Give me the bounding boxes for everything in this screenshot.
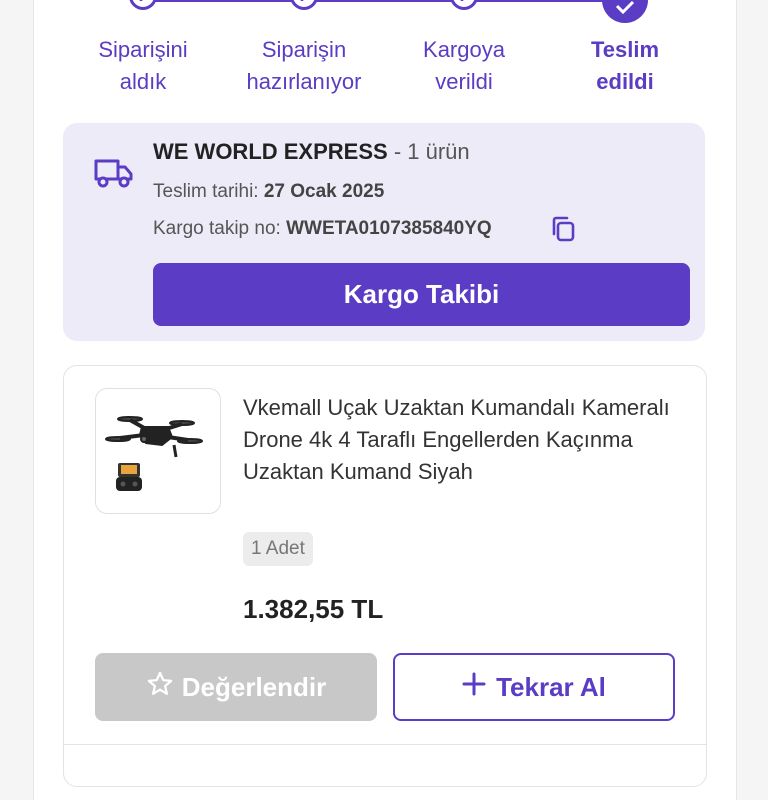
- step-check-icon: [290, 0, 318, 10]
- progress-line: [143, 0, 623, 2]
- tracking-number-row: Kargo takip no: WWETA0107385840YQ: [153, 218, 492, 239]
- step-label-current: Teslim edildi: [590, 37, 660, 94]
- rate-button-label: Değerlendir: [181, 671, 327, 702]
- step-check-icon: [129, 0, 157, 10]
- track-shipment-button[interactable]: Kargo Takibi: [153, 263, 690, 326]
- truck-icon: [94, 157, 134, 194]
- product-image[interactable]: [95, 388, 221, 514]
- carrier-name: WE WORLD EXPRESS - 1 ürün: [153, 139, 470, 164]
- rate-button[interactable]: Değerlendir: [95, 653, 377, 721]
- step-label: Siparişin hazırlanıyor: [246, 37, 362, 94]
- plus-icon: [462, 672, 486, 703]
- step-check-icon: [450, 0, 478, 10]
- quantity-badge: 1 Adet: [243, 532, 313, 566]
- step-label: Kargoya verildi: [423, 37, 505, 94]
- product-price: 1.382,55 TL: [243, 594, 384, 624]
- step-label: Siparişini aldık: [98, 37, 188, 94]
- shipment-panel: WE WORLD EXPRESS - 1 ürün Teslim tarihi:…: [63, 123, 705, 341]
- product-card: Vkemall Uçak Uzaktan Kumandalı Kameralı …: [63, 365, 707, 787]
- divider: [64, 744, 706, 745]
- product-title[interactable]: Vkemall Uçak Uzaktan Kumandalı Kameralı …: [243, 392, 683, 488]
- order-status-stepper: Siparişini aldık Siparişin hazırlanıyor Ka…: [0, 0, 768, 100]
- buy-again-label: Tekrar Al: [496, 671, 606, 702]
- star-icon: [146, 670, 174, 705]
- drone-image: [105, 416, 203, 491]
- step-current-check-icon: [602, 0, 648, 23]
- delivery-date-row: Teslim tarihi: 27 Ocak 2025: [153, 181, 385, 202]
- buy-again-button[interactable]: Tekrar Al: [393, 653, 675, 721]
- copy-icon[interactable]: [550, 215, 576, 248]
